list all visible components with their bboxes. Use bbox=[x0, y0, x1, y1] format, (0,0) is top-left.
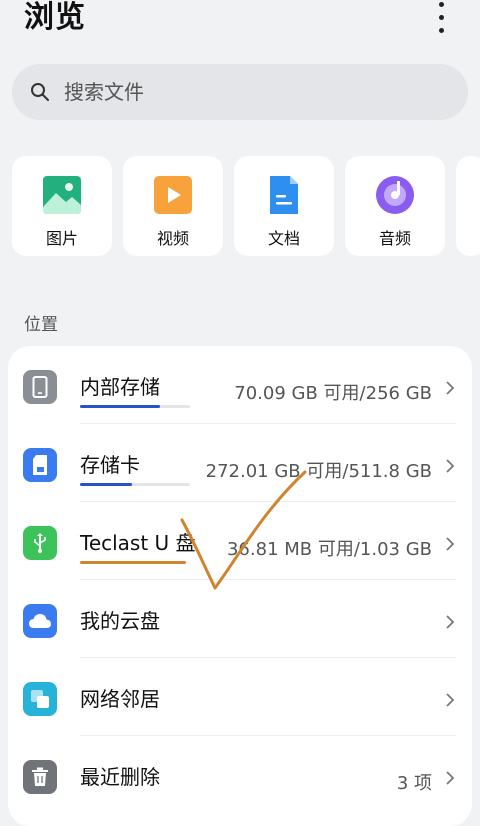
location-recently-deleted[interactable]: 最近删除 3 项 bbox=[8, 736, 472, 814]
handwritten-underline bbox=[80, 561, 186, 564]
location-name: 内部存储 bbox=[80, 375, 160, 399]
category-images[interactable]: 图片 bbox=[12, 156, 112, 256]
category-row: 图片 视频 文档 音频 bbox=[12, 156, 480, 256]
storage-usage-fill bbox=[80, 405, 161, 408]
chevron-right-icon bbox=[446, 615, 455, 629]
document-icon bbox=[270, 176, 298, 214]
location-detail: 272.01 GB 可用/511.8 GB bbox=[205, 461, 432, 482]
category-label: 文档 bbox=[267, 229, 300, 248]
chevron-right-icon bbox=[446, 381, 455, 395]
locations-card: 内部存储 70.09 GB 可用/256 GB 存储卡 272.01 GB 可用… bbox=[8, 346, 472, 826]
category-label: 图片 bbox=[45, 229, 78, 248]
location-internal-storage[interactable]: 内部存储 70.09 GB 可用/256 GB bbox=[8, 346, 472, 424]
location-network-neighborhood[interactable]: 网络邻居 bbox=[8, 658, 472, 736]
location-cloud-drive[interactable]: 我的云盘 bbox=[8, 580, 472, 658]
location-sd-card[interactable]: 存储卡 272.01 GB 可用/511.8 GB bbox=[8, 424, 472, 502]
category-next-partial[interactable] bbox=[456, 156, 480, 256]
sd-card-icon bbox=[23, 448, 57, 482]
category-audio[interactable]: 音频 bbox=[345, 156, 445, 256]
location-detail: 36.81 MB 可用/1.03 GB bbox=[226, 539, 432, 560]
chevron-right-icon bbox=[446, 459, 455, 473]
video-icon bbox=[154, 176, 192, 214]
category-label: 音频 bbox=[378, 229, 411, 248]
chevron-right-icon bbox=[446, 771, 455, 785]
cloud-icon bbox=[23, 604, 57, 638]
search-icon bbox=[31, 83, 49, 101]
image-icon bbox=[43, 176, 81, 214]
category-videos[interactable]: 视频 bbox=[123, 156, 223, 256]
chevron-right-icon bbox=[446, 693, 455, 707]
usb-icon bbox=[23, 526, 57, 560]
location-name: Teclast U 盘 bbox=[80, 531, 196, 555]
network-icon bbox=[23, 682, 57, 716]
location-name: 存储卡 bbox=[80, 453, 140, 477]
more-vertical-icon[interactable] bbox=[436, 2, 446, 33]
location-detail: 3 项 bbox=[396, 773, 432, 794]
location-name: 网络邻居 bbox=[80, 687, 160, 711]
phone-icon bbox=[23, 370, 57, 404]
page-title: 浏览 bbox=[24, 0, 86, 35]
storage-usage-bar bbox=[80, 483, 190, 486]
chevron-right-icon bbox=[446, 537, 455, 551]
audio-icon bbox=[376, 176, 414, 214]
storage-usage-fill bbox=[80, 483, 132, 486]
location-detail: 70.09 GB 可用/256 GB bbox=[234, 383, 432, 404]
storage-usage-bar bbox=[80, 405, 190, 408]
search-input[interactable] bbox=[62, 79, 426, 105]
category-label: 视频 bbox=[156, 229, 189, 248]
location-usb-drive[interactable]: Teclast U 盘 36.81 MB 可用/1.03 GB bbox=[8, 502, 472, 580]
location-name: 我的云盘 bbox=[80, 609, 160, 633]
section-label-locations: 位置 bbox=[24, 315, 58, 335]
location-name: 最近删除 bbox=[80, 765, 160, 789]
search-bar[interactable] bbox=[12, 64, 468, 120]
trash-icon bbox=[23, 760, 57, 794]
category-documents[interactable]: 文档 bbox=[234, 156, 334, 256]
